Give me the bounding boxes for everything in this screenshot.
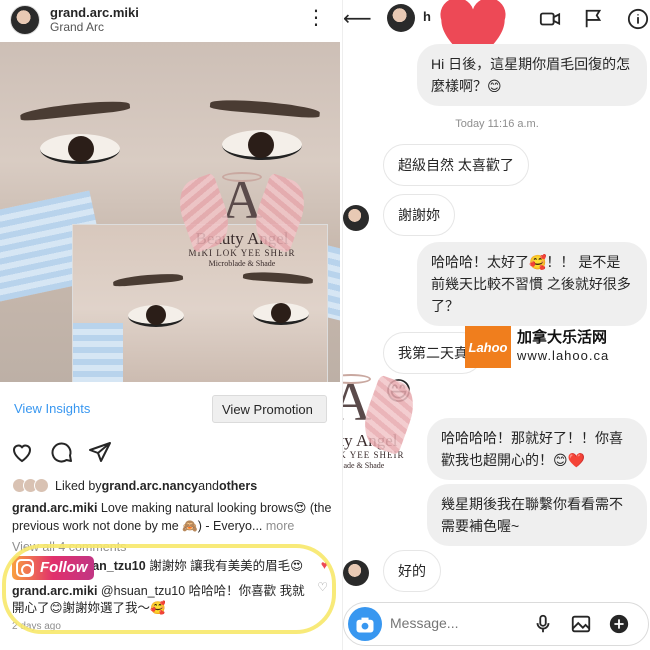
inset-right-brow [242, 270, 314, 285]
post-header: grand.arc.miki Grand Arc ⋮ [0, 0, 340, 40]
inset-right-eye [253, 303, 309, 325]
liked-others[interactable]: others [219, 479, 257, 493]
message-bubble-received[interactable]: 超級自然 太喜歡了 [383, 144, 529, 186]
post-actions [0, 438, 340, 468]
add-plus-icon[interactable] [608, 613, 630, 635]
right-eye [222, 130, 302, 160]
more-options-icon[interactable]: ⋮ [306, 8, 326, 28]
gallery-icon[interactable] [570, 613, 592, 635]
dm-contact-name[interactable]: h [423, 9, 431, 24]
inset-mask [73, 323, 123, 382]
message-bubble-received[interactable]: 好的 [383, 550, 441, 592]
message-input[interactable] [390, 615, 520, 631]
left-eye [40, 134, 120, 164]
right-brow [209, 97, 321, 119]
caption-username[interactable]: grand.arc.miki [12, 501, 97, 515]
brand-watermark-logo: A Beauty Angel MIKI LOK YEE SHEIR Microb… [171, 170, 313, 269]
avatar[interactable] [10, 5, 40, 35]
message-composer [343, 602, 649, 646]
liked-by-text: Liked by [55, 478, 102, 493]
liked-by-user[interactable]: grand.arc.nancy [102, 479, 199, 493]
direct-message-panel: ⟵ h Hi 日後，這星期你眉毛回復的怎麼樣啊？😊 Today 11:16 a.… [342, 0, 650, 650]
site-url: www.lahoo.ca [517, 348, 610, 363]
instagram-post-panel: grand.arc.miki Grand Arc ⋮ A Beauty Ange… [0, 0, 340, 650]
inset-left-eye [128, 305, 184, 327]
info-icon[interactable] [627, 8, 649, 30]
post-photo[interactable]: A Beauty Angel MIKI LOK YEE SHEIR Microb… [0, 42, 340, 382]
site-watermark-badge: Lahoo 加拿大乐活网 www.lahoo.ca [465, 326, 650, 368]
liked-and-text: and [198, 478, 219, 493]
flag-icon[interactable] [583, 8, 605, 30]
avatar [343, 560, 369, 586]
share-icon[interactable] [88, 440, 112, 464]
view-insights-link[interactable]: View Insights [14, 401, 90, 416]
avatar[interactable] [387, 4, 415, 32]
message-bubble-sent[interactable]: 哈哈哈哈！那就好了！！你喜歡我也超開心的！😊❤️ [427, 418, 647, 480]
message-bubble-sent[interactable]: Hi 日後，這星期你眉毛回復的怎麼樣啊？😊 [417, 44, 647, 106]
video-call-icon[interactable] [539, 8, 561, 30]
lahoo-logo: Lahoo [465, 326, 511, 368]
post-caption: grand.arc.miki Love making natural looki… [12, 499, 332, 535]
site-chinese-name: 加拿大乐活网 [517, 329, 608, 346]
liker-avatar [34, 478, 49, 493]
caption-more-link[interactable]: more [262, 519, 294, 533]
like-heart-icon[interactable] [10, 440, 34, 464]
message-bubble-sent[interactable]: 幾星期後我在聯繫你看看需不需要補色喔~ [427, 484, 647, 546]
avatar [343, 205, 369, 231]
message-bubble-received[interactable]: 謝謝妳 [383, 194, 455, 236]
post-username[interactable]: grand.arc.miki [50, 6, 139, 20]
dm-header: ⟵ h [343, 0, 650, 62]
inset-left-brow [112, 271, 184, 288]
highlight-circle [2, 544, 336, 634]
message-bubble-sent[interactable]: 哈哈哈！太好了🥰！！ 是不是前幾天比較不習慣 之後就好很多了？ [417, 242, 647, 326]
insights-bar: View Insights View Promotion [0, 392, 340, 426]
microphone-icon[interactable] [532, 613, 554, 635]
back-arrow-icon[interactable]: ⟵ [343, 6, 372, 31]
likes-row: Liked by grand.arc.nancy and others [12, 478, 257, 493]
post-user-block: grand.arc.miki Grand Arc [50, 6, 139, 35]
post-location[interactable]: Grand Arc [50, 20, 139, 34]
camera-icon[interactable] [348, 607, 382, 641]
left-brow [19, 98, 131, 122]
message-timestamp: Today 11:16 a.m. [455, 118, 539, 130]
brand-watermark-logo: A Beauty Angel MIKI LOK YEE SHEIR Microb… [343, 372, 422, 471]
view-promotion-button[interactable]: View Promotion [212, 395, 327, 423]
comment-icon[interactable] [50, 440, 74, 464]
